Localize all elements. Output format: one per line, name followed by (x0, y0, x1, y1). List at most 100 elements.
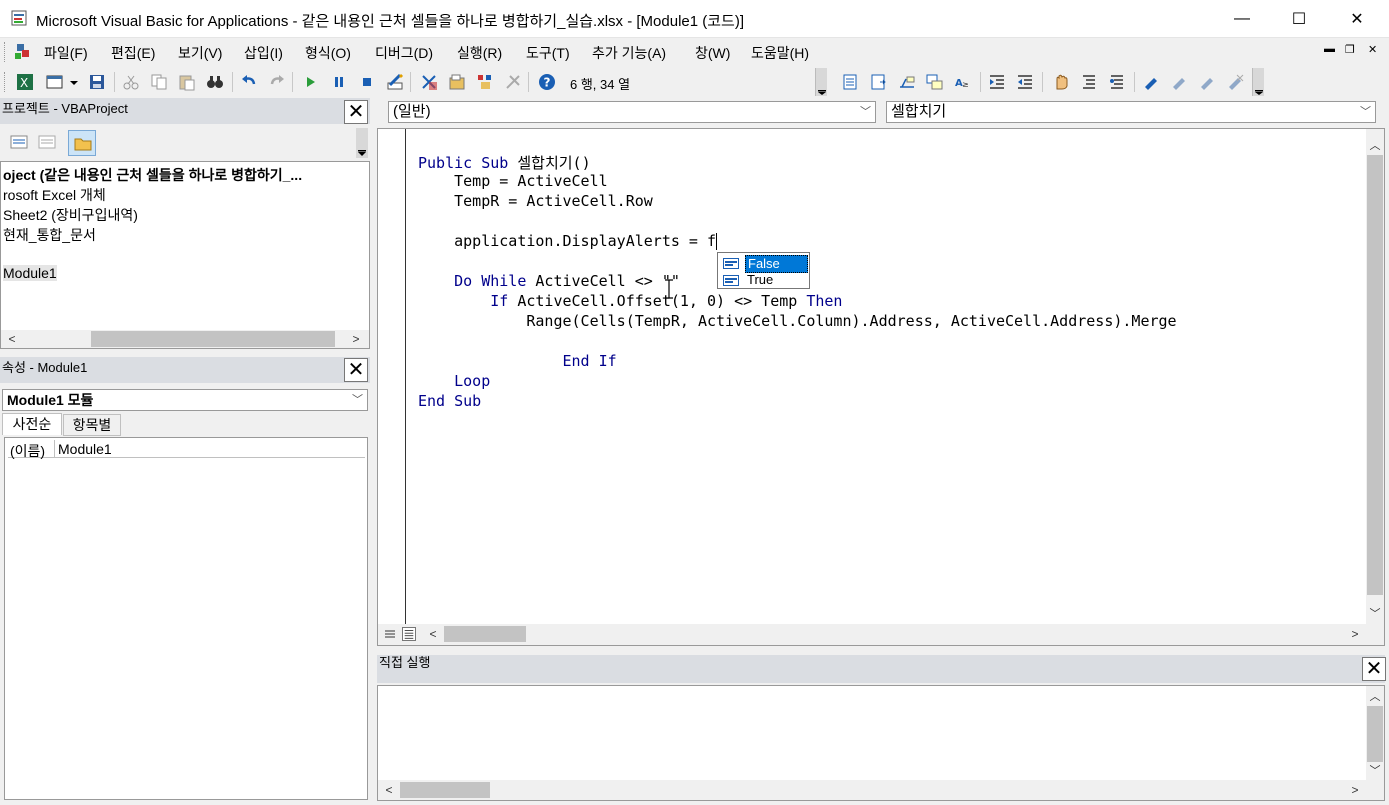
tree-item-thisworkbook[interactable]: 현재_통합_문서 (3, 225, 96, 245)
immediate-close-icon[interactable]: ✕ (1362, 657, 1386, 681)
mdi-minimize-button[interactable]: ▬ (1324, 43, 1335, 55)
chevron-down-icon[interactable]: ﹀ (860, 102, 871, 122)
maximize-button[interactable]: ☐ (1276, 0, 1322, 38)
dropdown-arrow-icon[interactable] (68, 73, 80, 91)
minimize-button[interactable]: — (1219, 0, 1265, 38)
full-module-view-icon[interactable] (402, 627, 416, 641)
edit-toolbar-options-button[interactable] (1252, 68, 1264, 96)
object-browser-icon[interactable] (476, 73, 494, 91)
parameter-info-icon[interactable] (926, 73, 944, 91)
toggle-bookmark-icon[interactable] (1142, 73, 1160, 91)
code-line[interactable]: End If (418, 352, 616, 370)
help-icon[interactable]: ? (538, 73, 556, 91)
project-tree[interactable]: oject (같은 내용인 근처 셀들을 하나로 병합하기_... rosoft… (0, 161, 370, 349)
toggle-breakpoint-icon[interactable] (1052, 73, 1070, 91)
find-icon[interactable] (206, 73, 224, 91)
mdi-restore-button[interactable]: ❐ (1345, 43, 1355, 56)
toolbox-icon[interactable] (504, 73, 522, 91)
code-line[interactable]: Temp = ActiveCell (418, 172, 608, 190)
properties-object-select[interactable]: Module1 모듈 ﹀ (2, 389, 368, 411)
menu-file[interactable]: 파일(F) (44, 43, 88, 63)
scroll-right-icon[interactable]: > (347, 330, 365, 348)
tab-alphabetic[interactable]: 사전순 (2, 413, 62, 435)
list-constants-icon[interactable] (870, 73, 888, 91)
previous-bookmark-icon[interactable] (1198, 73, 1216, 91)
break-icon[interactable] (330, 73, 348, 91)
property-row[interactable]: (이름) Module1 (8, 440, 365, 459)
reset-icon[interactable] (358, 73, 376, 91)
procedure-select[interactable]: 셀합치기 ﹀ (886, 101, 1376, 123)
tab-categorized[interactable]: 항목별 (63, 414, 121, 436)
list-properties-icon[interactable] (842, 73, 860, 91)
scroll-down-icon[interactable]: ﹀ (1366, 605, 1384, 623)
scroll-up-icon[interactable]: ︿ (1366, 688, 1384, 706)
complete-word-icon[interactable]: A ≥ (954, 73, 972, 91)
tree-item-vbaproject[interactable]: oject (같은 내용인 근처 셀들을 하나로 병합하기_... (3, 165, 302, 185)
tree-item-excel-objects[interactable]: rosoft Excel 개체 (3, 185, 106, 205)
code-line[interactable]: Loop (418, 372, 490, 390)
autocomplete-item-false[interactable]: False (720, 255, 808, 273)
view-code-icon[interactable] (10, 134, 28, 150)
scroll-left-icon[interactable]: < (3, 330, 21, 348)
scroll-thumb[interactable] (444, 626, 526, 642)
menu-addins[interactable]: 추가 기능(A) (592, 43, 666, 63)
scroll-left-icon[interactable]: < (380, 781, 398, 799)
scroll-right-icon[interactable]: > (1346, 625, 1364, 643)
view-object-icon[interactable] (38, 134, 56, 150)
project-close-icon[interactable]: ✕ (344, 100, 368, 124)
properties-close-icon[interactable]: ✕ (344, 358, 368, 382)
scroll-up-icon[interactable]: ︿ (1366, 137, 1384, 155)
code-line[interactable]: TempR = ActiveCell.Row (418, 192, 653, 210)
uncomment-block-icon[interactable] (1108, 73, 1126, 91)
cut-icon[interactable] (122, 73, 140, 91)
chevron-down-icon[interactable]: ﹀ (352, 390, 363, 410)
indent-icon[interactable] (988, 73, 1006, 91)
next-bookmark-icon[interactable] (1170, 73, 1188, 91)
immediate-vscrollbar[interactable]: ︿ ﹀ (1366, 686, 1384, 780)
outdent-icon[interactable] (1016, 73, 1034, 91)
project-toolbar-options[interactable] (356, 128, 368, 158)
code-vscrollbar[interactable]: ︿ ﹀ (1366, 129, 1384, 624)
project-explorer-icon[interactable] (420, 73, 438, 91)
object-select[interactable]: (일반) ﹀ (388, 101, 876, 123)
scroll-thumb[interactable] (1367, 706, 1383, 762)
autocomplete-list[interactable]: False True (717, 252, 810, 289)
quick-info-icon[interactable] (898, 73, 916, 91)
tree-item-sheet2[interactable]: Sheet2 (장비구입내역) (3, 205, 138, 225)
menu-run[interactable]: 실행(R) (457, 43, 502, 63)
copy-icon[interactable] (150, 73, 168, 91)
menu-view[interactable]: 보기(V) (178, 43, 222, 63)
toolbar-options-button[interactable] (815, 68, 827, 96)
immediate-hscrollbar[interactable]: < > (378, 780, 1384, 800)
redo-icon[interactable] (268, 73, 286, 91)
scroll-right-icon[interactable]: > (1346, 781, 1364, 799)
menu-help[interactable]: 도움말(H) (751, 43, 809, 63)
code-editor[interactable]: Public Sub 셀합치기() Temp = ActiveCell Temp… (377, 128, 1385, 646)
autocomplete-item-true[interactable]: True (720, 272, 808, 288)
insert-userform-icon[interactable] (46, 73, 64, 91)
code-line[interactable]: application.DisplayAlerts = f (418, 232, 718, 250)
toggle-folders-button[interactable] (68, 130, 96, 156)
undo-icon[interactable] (240, 73, 258, 91)
clear-bookmarks-icon[interactable] (1226, 73, 1244, 91)
code-line[interactable]: Range(Cells(TempR, ActiveCell.Column).Ad… (418, 312, 1176, 330)
menu-format[interactable]: 형식(O) (305, 43, 351, 63)
procedure-view-icon[interactable] (384, 628, 396, 640)
comment-block-icon[interactable] (1080, 73, 1098, 91)
excel-view-icon[interactable]: X (16, 73, 34, 91)
scroll-down-icon[interactable]: ﹀ (1366, 762, 1384, 780)
menu-tools[interactable]: 도구(T) (526, 43, 570, 63)
mdi-close-button[interactable]: ✕ (1368, 43, 1377, 56)
code-line[interactable]: If ActiveCell.Offset(1, 0) <> Temp Then (418, 292, 842, 310)
scroll-left-icon[interactable]: < (424, 625, 442, 643)
immediate-window[interactable]: ︿ ﹀ < > (377, 685, 1385, 801)
menu-grip[interactable] (4, 42, 7, 62)
close-button[interactable]: ✕ (1334, 0, 1380, 38)
properties-window-icon[interactable] (448, 73, 466, 91)
property-value[interactable]: Module1 (58, 441, 112, 457)
code-line[interactable]: Public Sub 셀합치기() (418, 152, 591, 173)
save-icon[interactable] (88, 73, 106, 91)
run-icon[interactable] (302, 73, 320, 91)
tree-item-module1[interactable]: Module1 (3, 265, 57, 281)
menu-window[interactable]: 창(W) (695, 43, 730, 63)
